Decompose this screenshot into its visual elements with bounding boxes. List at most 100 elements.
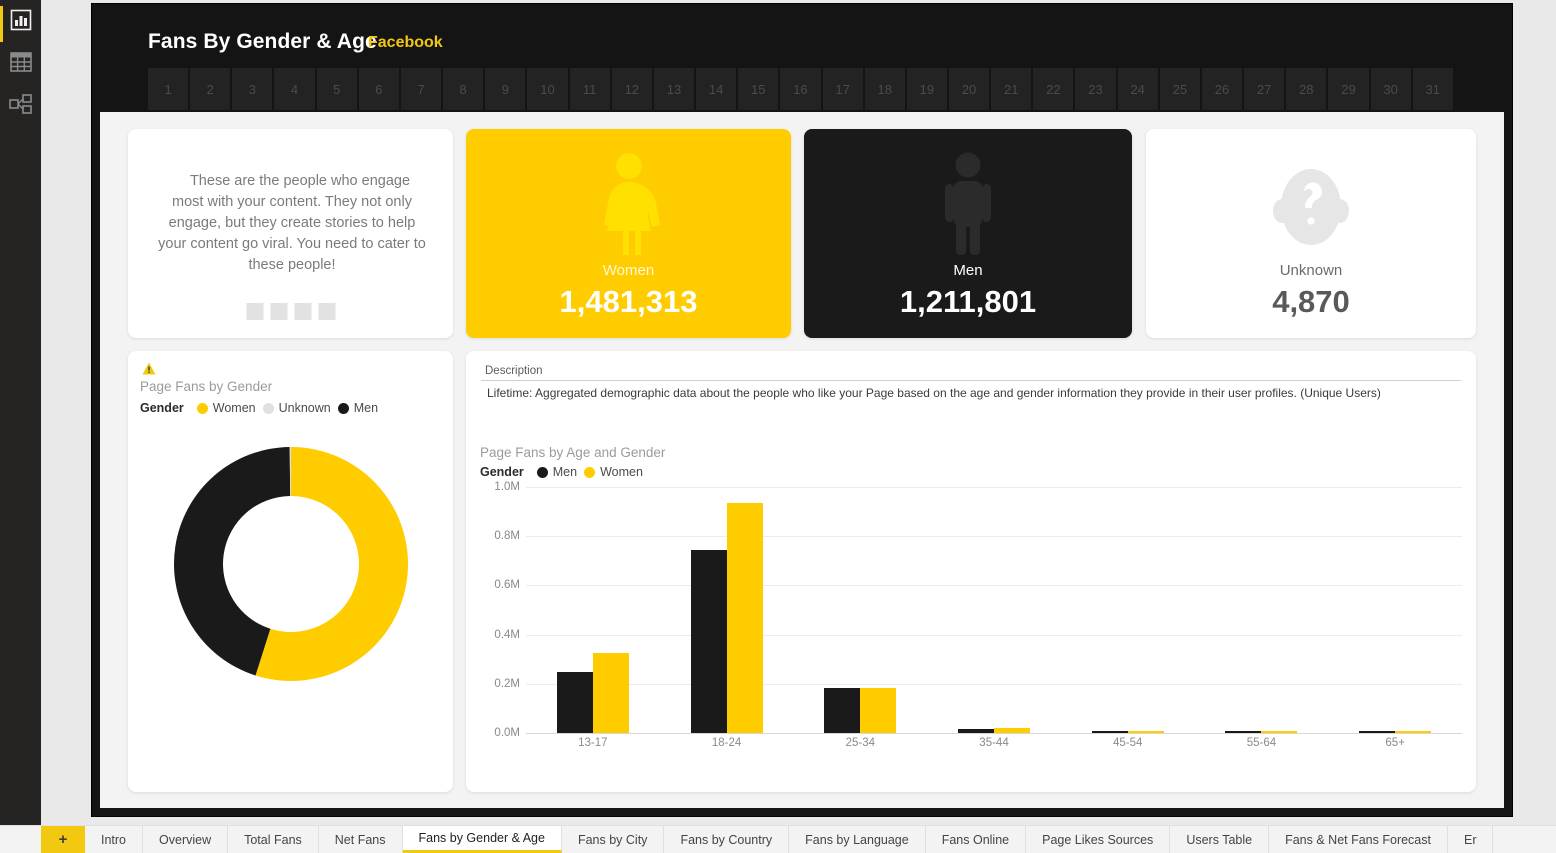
page-title: Fans By Gender & Age (148, 30, 377, 53)
carousel-dot[interactable] (294, 303, 311, 320)
day-slicer-item[interactable]: 9 (485, 68, 526, 110)
legend-item-women[interactable]: Women (584, 465, 643, 479)
day-slicer-item[interactable]: 2 (190, 68, 231, 110)
day-slicer[interactable]: 1 2 3 4 5 6 7 8 9 10 11 12 13 14 15 16 17 18 19 20 21 22 23 24 2… (148, 68, 1453, 110)
kpi-card-men[interactable]: Men 1,211,801 (804, 129, 1132, 338)
bar-chart-title: Page Fans by Age and Gender (480, 445, 666, 460)
legend-item-women[interactable]: Women (196, 401, 256, 415)
day-slicer-item[interactable]: 24 (1117, 68, 1158, 110)
legend-label: Men (353, 401, 379, 415)
legend-swatch (536, 466, 548, 478)
page-tab[interactable]: Users Table (1170, 826, 1270, 853)
carousel-dot[interactable] (246, 303, 263, 320)
day-slicer-item[interactable]: 13 (653, 68, 695, 110)
bar-group[interactable] (1328, 487, 1462, 733)
day-slicer-item[interactable]: 20 (948, 68, 990, 110)
bar-group[interactable] (526, 487, 660, 733)
day-slicer-item[interactable]: 31 (1412, 68, 1453, 110)
day-slicer-item[interactable]: 19 (906, 68, 947, 110)
y-axis-tick-label: 0.2M (494, 677, 520, 690)
bar-women[interactable] (1395, 731, 1432, 733)
sidebar-item-data-view[interactable] (7, 48, 35, 76)
bar-group[interactable] (1061, 487, 1195, 733)
page-tab[interactable]: Fans by Country (664, 826, 790, 853)
page-fans-by-age-card: Description Lifetime: Aggregated demogra… (466, 351, 1476, 792)
sidebar-item-model-view[interactable] (7, 90, 35, 118)
bar-groups (526, 487, 1462, 733)
bar-group[interactable] (1195, 487, 1329, 733)
left-nav-rail (0, 0, 41, 825)
bar-men[interactable] (1225, 731, 1262, 733)
page-tab[interactable]: Fans by City (561, 826, 665, 853)
day-slicer-item[interactable]: 28 (1286, 68, 1327, 110)
page-tab[interactable]: Overview (143, 826, 229, 853)
donut-chart[interactable] (128, 443, 453, 685)
day-slicer-item[interactable]: 25 (1159, 68, 1200, 110)
kpi-card-unknown[interactable]: Unknown 4,870 (1146, 129, 1476, 338)
day-slicer-item[interactable]: 1 (148, 68, 189, 110)
bar-women[interactable] (1261, 731, 1298, 733)
day-slicer-item[interactable]: 14 (696, 68, 737, 110)
bar-chart-plot[interactable]: 0.0M 0.2M 0.4M 0.6M 0.8M 1.0M 13-17 18-24 25-34… (474, 481, 1468, 777)
page-tab[interactable]: Fans & Net Fans Forecast (1269, 826, 1448, 853)
day-slicer-item[interactable]: 22 (1033, 68, 1074, 110)
carousel-dots[interactable] (246, 303, 335, 320)
description-text: Lifetime: Aggregated demographic data ab… (487, 386, 1381, 400)
day-slicer-item[interactable]: 27 (1244, 68, 1285, 110)
day-slicer-item[interactable]: 26 (1201, 68, 1243, 110)
page-tab[interactable]: Fans Online (925, 826, 1027, 853)
bar-women[interactable] (860, 688, 897, 733)
day-slicer-item[interactable]: 16 (780, 68, 821, 110)
bar-women[interactable] (1127, 731, 1164, 733)
bar-men[interactable] (1359, 731, 1396, 733)
day-slicer-item[interactable]: 12 (611, 68, 652, 110)
page-tab[interactable]: Intro (85, 826, 144, 853)
bar-women[interactable] (726, 503, 763, 733)
bar-men[interactable] (958, 728, 995, 733)
day-slicer-item[interactable]: 17 (822, 68, 863, 110)
bar-men[interactable] (556, 671, 593, 733)
report-body: These are the people who engage most wit… (100, 112, 1504, 808)
add-page-button[interactable]: + (41, 826, 85, 853)
page-tab[interactable]: Total Fans (228, 826, 319, 853)
day-slicer-item[interactable]: 21 (991, 68, 1032, 110)
bar-men[interactable] (824, 687, 861, 733)
bar-men[interactable] (690, 549, 727, 733)
legend-item-unknown[interactable]: Unknown (262, 401, 331, 415)
kpi-value: 1,211,801 (899, 284, 1037, 319)
day-slicer-item[interactable]: 6 (358, 68, 399, 110)
table-grid-icon (10, 52, 32, 72)
day-slicer-item[interactable]: 10 (527, 68, 568, 110)
day-slicer-item[interactable]: 18 (864, 68, 905, 110)
day-slicer-item[interactable]: 3 (232, 68, 273, 110)
bar-men[interactable] (1091, 731, 1128, 733)
day-slicer-item[interactable]: 4 (274, 68, 315, 110)
description-label: Description (485, 365, 543, 377)
day-slicer-item[interactable]: 30 (1370, 68, 1411, 110)
day-slicer-item[interactable]: 8 (443, 68, 484, 110)
page-tab[interactable]: Page Likes Sources (1026, 826, 1171, 853)
page-tab[interactable]: Fans by Language (789, 826, 926, 853)
day-slicer-item[interactable]: 11 (569, 68, 610, 110)
carousel-dot[interactable] (318, 303, 335, 320)
day-slicer-item[interactable]: 15 (738, 68, 779, 110)
bar-group[interactable] (660, 487, 794, 733)
bar-women[interactable] (592, 653, 629, 733)
kpi-card-women[interactable]: Women 1,481,313 (466, 129, 791, 338)
day-slicer-item[interactable]: 23 (1075, 68, 1116, 110)
x-axis-tick-label: 13-17 (578, 737, 608, 749)
legend-item-men[interactable]: Men (337, 401, 379, 415)
day-slicer-item[interactable]: 29 (1328, 68, 1369, 110)
bar-women[interactable] (994, 728, 1031, 733)
page-tab[interactable]: Er (1447, 826, 1494, 853)
day-slicer-item[interactable]: 5 (316, 68, 357, 110)
legend-item-men[interactable]: Men (536, 465, 577, 479)
carousel-dot[interactable] (270, 303, 287, 320)
page-tab[interactable]: Net Fans (318, 826, 403, 853)
day-slicer-item[interactable]: 7 (400, 68, 442, 110)
page-tab[interactable]: Fans by Gender & Age (402, 826, 562, 853)
bar-group[interactable] (927, 487, 1061, 733)
warning-triangle-icon[interactable] (142, 362, 156, 380)
bar-group[interactable] (793, 487, 927, 733)
sidebar-item-report-view[interactable] (7, 6, 35, 34)
